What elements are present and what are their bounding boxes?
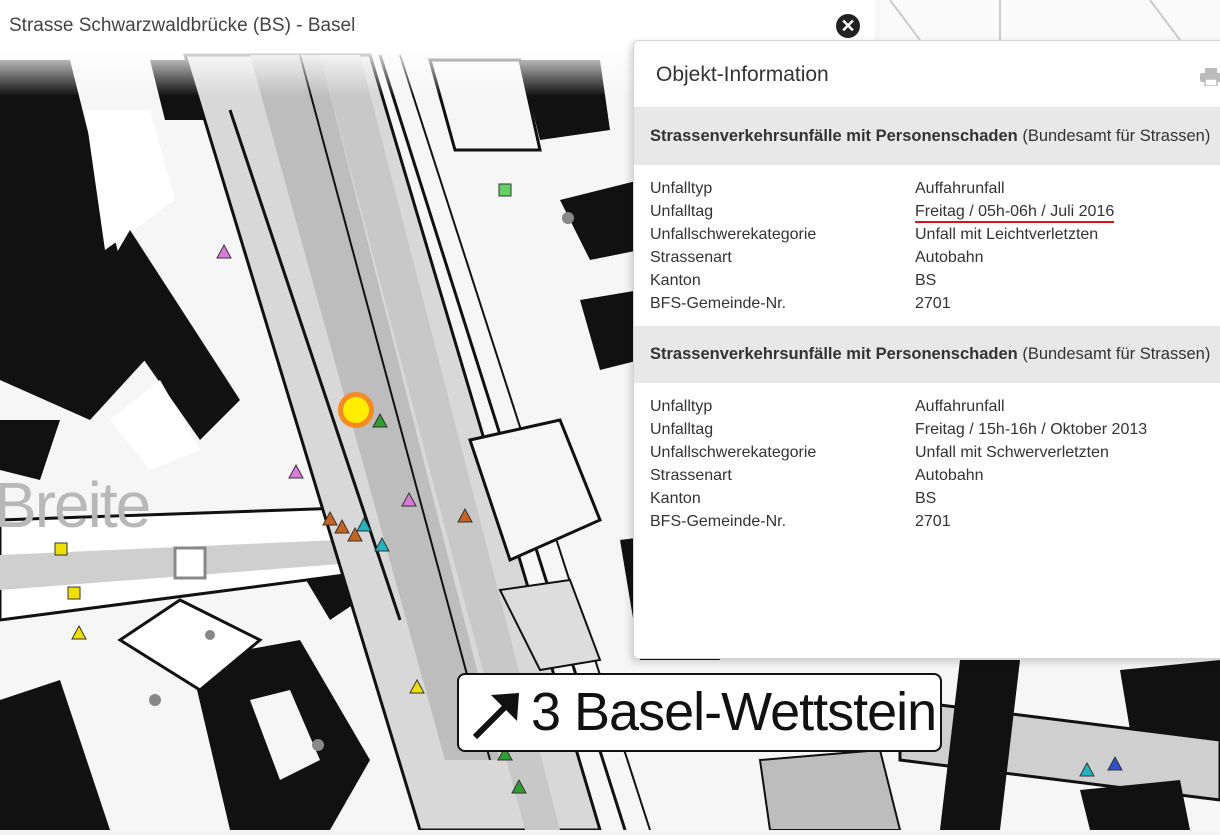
attribute-value: Unfall mit Leichtverletzten xyxy=(915,226,1099,243)
marker-triangle-cyan[interactable] xyxy=(374,536,390,552)
print-icon[interactable] xyxy=(1200,68,1220,86)
attribute-value: Auffahrunfall xyxy=(915,180,1005,197)
section-heading-bold: Strassenverkehrsunfälle mit Personenscha… xyxy=(650,127,1018,145)
attribute-row: Strassenart Autobahn xyxy=(650,465,1220,488)
close-icon[interactable]: ✕ xyxy=(836,14,860,38)
section-heading-source: (Bundesamt für Strassen) xyxy=(1017,345,1211,363)
popup-title: Objekt-Information xyxy=(656,63,829,86)
marker-triangle-yellow[interactable] xyxy=(71,624,87,640)
attribute-key: Unfalltyp xyxy=(650,398,713,415)
attribute-value: Autobahn xyxy=(915,249,984,266)
info-section-2: Strassenverkehrsunfälle mit Personenscha… xyxy=(634,326,1220,544)
marker-triangle-orange[interactable] xyxy=(457,507,473,523)
attribute-row: Strassenart Autobahn xyxy=(650,247,1220,270)
attribute-key: BFS-Gemeinde-Nr. xyxy=(650,295,787,312)
attribute-row: Kanton BS xyxy=(650,270,1220,293)
attribute-row: Unfalltyp Auffahrunfall xyxy=(650,396,1220,419)
info-section-1: Strassenverkehrsunfälle mit Personenscha… xyxy=(634,108,1220,326)
attribute-key: Unfallschwerekategorie xyxy=(650,444,817,461)
attribute-value: Autobahn xyxy=(915,467,984,484)
marker-triangle-green[interactable] xyxy=(511,778,527,794)
section-heading: Strassenverkehrsunfälle mit Personenscha… xyxy=(634,326,1220,383)
attribute-row: BFS-Gemeinde-Nr. 2701 xyxy=(650,293,1220,316)
marker-triangle-green[interactable] xyxy=(372,412,388,428)
attribute-value: BS xyxy=(915,272,937,289)
attribute-key: Kanton xyxy=(650,272,701,289)
marker-triangle-cyan[interactable] xyxy=(356,516,372,532)
marker-triangle-orange[interactable] xyxy=(334,518,350,534)
attribute-key: Unfalltag xyxy=(650,203,714,220)
section-heading: Strassenverkehrsunfälle mit Personenscha… xyxy=(634,108,1220,165)
marker-triangle-pink[interactable] xyxy=(401,491,417,507)
location-title: Strasse Schwarzwaldbrücke (BS) - Basel xyxy=(9,15,356,36)
attribute-list: Unfalltyp Auffahrunfall Unfalltag Freitag … xyxy=(634,165,1220,326)
attribute-key: Kanton xyxy=(650,490,701,507)
exit-sign-text: 3 Basel-Wettstein xyxy=(531,682,937,742)
attribute-row: Unfalltag Freitag / 15h-16h / Oktober 201… xyxy=(650,419,1220,442)
attribute-row: Unfalltag Freitag / 05h-06h / Juli 2016 xyxy=(650,201,1220,224)
marker-square-green[interactable] xyxy=(498,183,512,197)
popup-header: Objekt-Information xyxy=(634,41,1220,108)
marker-triangle-pink[interactable] xyxy=(216,243,232,259)
attribute-value: Freitag / 15h-16h / Oktober 2013 xyxy=(915,421,1148,438)
section-heading-bold: Strassenverkehrsunfälle mit Personenscha… xyxy=(650,345,1018,363)
marker-triangle-cyan[interactable] xyxy=(1079,761,1095,777)
marker-triangle-blue[interactable] xyxy=(1107,755,1123,771)
attribute-row: BFS-Gemeinde-Nr. 2701 xyxy=(650,511,1220,534)
attribute-value: Auffahrunfall xyxy=(915,398,1005,415)
attribute-value-highlighted: Freitag / 05h-06h / Juli 2016 xyxy=(915,203,1115,223)
marker-triangle-yellow[interactable] xyxy=(409,678,425,694)
marker-square-yellow[interactable] xyxy=(67,586,81,600)
place-label: Breite xyxy=(0,469,151,541)
attribute-row: Kanton BS xyxy=(650,488,1220,511)
attribute-key: Unfalltag xyxy=(650,421,714,438)
attribute-row: Unfallschwerekategorie Unfall mit Schwerv… xyxy=(650,442,1220,465)
marker-triangle-pink[interactable] xyxy=(288,463,304,479)
attribute-value: 2701 xyxy=(915,513,951,530)
marker-square-yellow[interactable] xyxy=(54,542,68,556)
arrow-up-right-icon xyxy=(472,693,519,740)
attribute-value: BS xyxy=(915,490,937,507)
attribute-key: Unfalltyp xyxy=(650,180,713,197)
selected-location-marker-core xyxy=(343,397,369,423)
attribute-value: Unfall mit Schwerverletzten xyxy=(915,444,1109,461)
attribute-list: Unfalltyp Auffahrunfall Unfalltag Freitag … xyxy=(634,383,1220,544)
attribute-row: Unfalltyp Auffahrunfall xyxy=(650,178,1220,201)
section-heading-source: (Bundesamt für Strassen) xyxy=(1017,127,1211,145)
object-info-popup: Objekt-Information Strassenverkehrsunfäl… xyxy=(633,40,1220,659)
attribute-key: Unfallschwerekategorie xyxy=(650,226,817,243)
exit-sign: 3 Basel-Wettstein xyxy=(457,673,942,752)
attribute-value: 2701 xyxy=(915,295,951,312)
attribute-key: Strassenart xyxy=(650,467,732,484)
attribute-key: BFS-Gemeinde-Nr. xyxy=(650,513,787,530)
marker-triangle-orange[interactable] xyxy=(322,510,338,526)
attribute-row: Unfallschwerekategorie Unfall mit Leichtv… xyxy=(650,224,1220,247)
attribute-key: Strassenart xyxy=(650,249,732,266)
